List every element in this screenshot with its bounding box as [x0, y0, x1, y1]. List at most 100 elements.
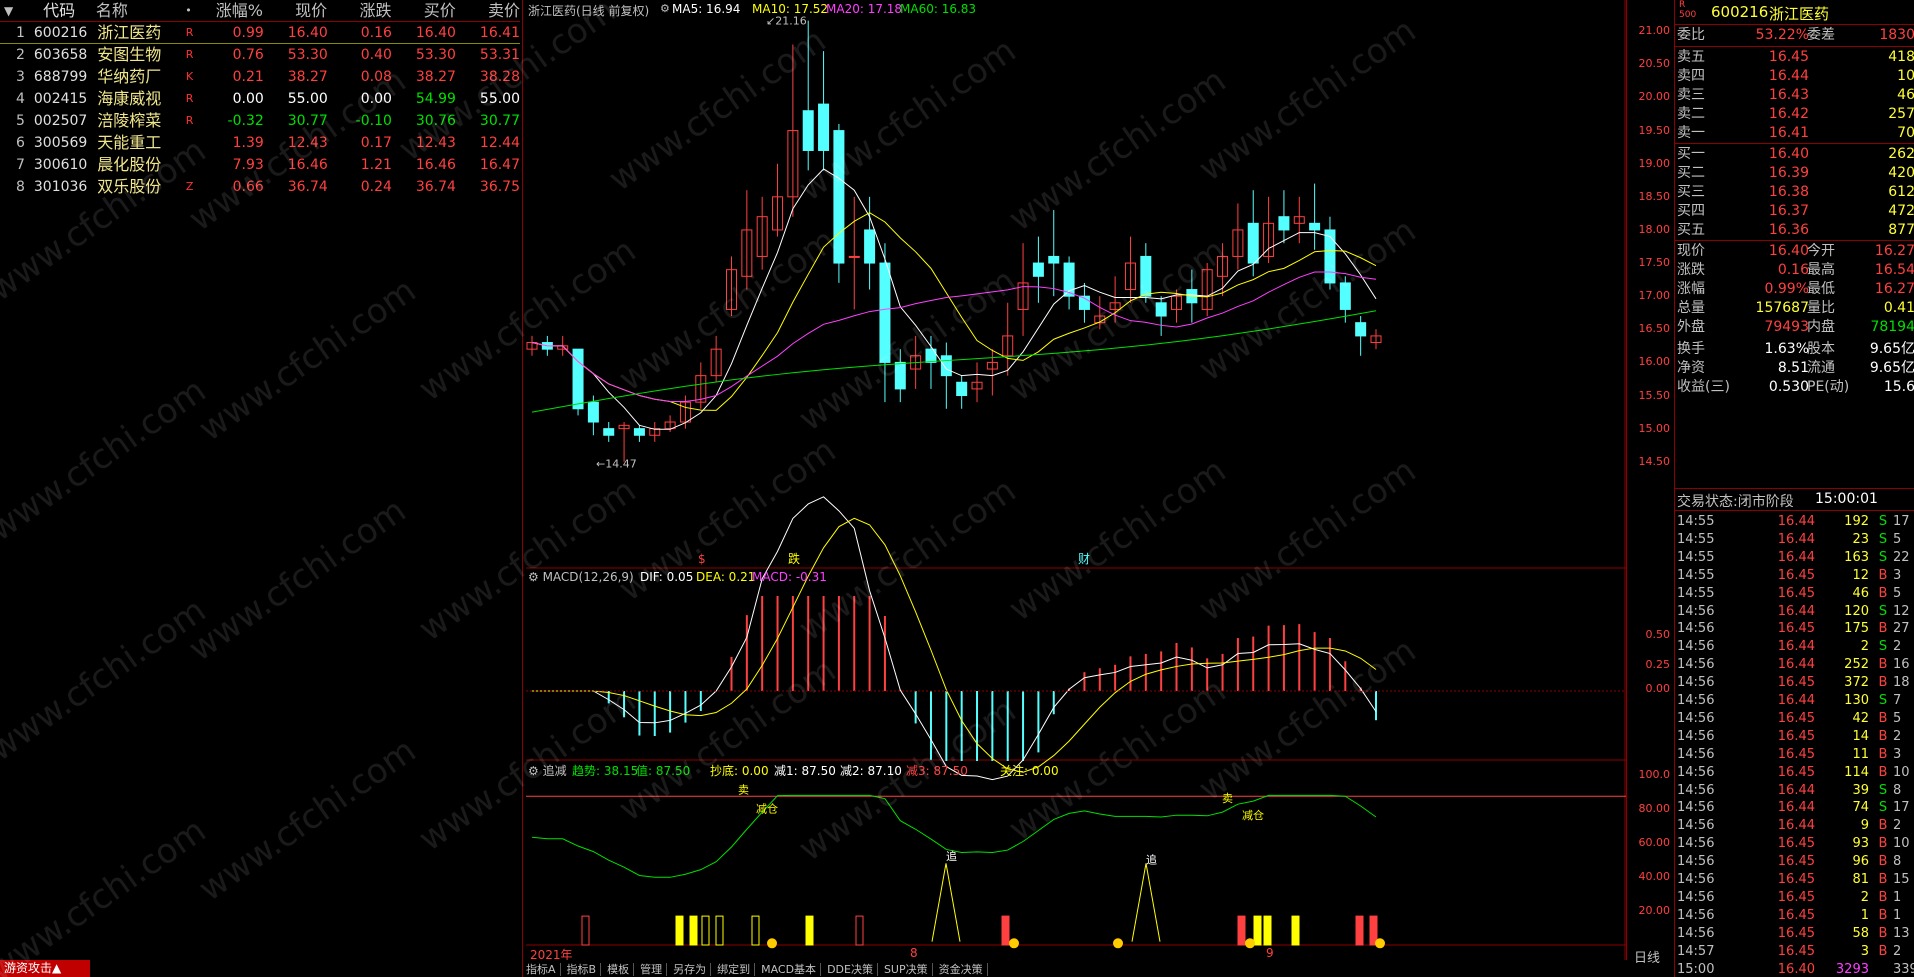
col-ask[interactable]: 卖价 — [456, 0, 520, 21]
candle-body — [1247, 222, 1259, 264]
tick-side: B — [1878, 567, 1888, 583]
ind-label-zhui: 追 — [1146, 852, 1157, 866]
signal-bar — [1253, 915, 1262, 946]
price-axis: 21.00 20.50 20.00 19.50 19.00 18.50 18.00 17.50… — [1626, 0, 1674, 960]
col-change[interactable]: 涨跌 — [327, 0, 391, 21]
toolbar-tab[interactable]: 管理 — [640, 963, 668, 976]
macd-tick: 0.25 — [1645, 658, 1671, 671]
tick-row: 14:56 16.45 93 B 10 — [1675, 835, 1914, 853]
candle-body — [1355, 322, 1367, 337]
bid-price: 53.30 — [415, 47, 456, 63]
price-change: 0.24 — [360, 179, 392, 195]
signal-coin-icon — [1113, 938, 1123, 949]
signal-bar — [1001, 915, 1010, 946]
candle-body — [1309, 222, 1321, 231]
stock-code: 002415 — [33, 91, 88, 107]
tick-time: 14:55 — [1677, 567, 1715, 583]
macd-tick: 0.50 — [1645, 628, 1671, 641]
divider — [522, 0, 523, 977]
col-price[interactable]: 现价 — [263, 0, 327, 21]
price-change: 0.16 — [360, 25, 392, 41]
col-code[interactable]: 代码 — [22, 0, 95, 21]
macd-value: MACD: -0.31 — [752, 570, 827, 584]
tick-count: 17 — [1893, 800, 1910, 816]
tick-time: 14:56 — [1677, 603, 1715, 619]
tick-volume: 9 — [1860, 818, 1869, 834]
ind-tick: 100.0 — [1638, 768, 1671, 781]
col-name[interactable]: 名称 — [96, 0, 179, 21]
bid-label: 买四 — [1677, 203, 1705, 219]
tick-row: 14:55 16.45 12 B 3 — [1675, 567, 1914, 585]
candle-body — [1278, 216, 1290, 231]
ask-price: 16.41 — [1768, 125, 1809, 141]
candle-body — [956, 381, 968, 397]
stat-value: 0.530 — [1768, 379, 1809, 395]
ask-label: 卖三 — [1677, 87, 1705, 103]
sep — [1675, 510, 1914, 511]
ind-label-jiancang: 减仓 — [756, 801, 778, 815]
toolbar-tab[interactable]: 绑定到 — [717, 963, 756, 976]
toolbar-tab[interactable]: SUP决策 — [883, 963, 933, 976]
list-item[interactable]: 1 600216 浙江医药 R 0.99 16.40 0.16 16.40 16.41 — [0, 22, 520, 44]
stat-value: 0.99% — [1764, 281, 1809, 297]
trade-time: 15:00:01 — [1815, 491, 1878, 507]
ask-price: 36.75 — [479, 179, 520, 195]
toolbar-tab[interactable]: 另存为 — [673, 963, 712, 976]
tick-count: 1 — [1893, 907, 1902, 923]
price-tick: 16.00 — [1638, 355, 1671, 369]
price-change: 0.40 — [360, 47, 392, 63]
tick-side: B — [1878, 943, 1888, 959]
tick-count: 7 — [1893, 693, 1902, 708]
sort-arrow-icon[interactable]: ▼ — [0, 0, 22, 21]
tick-volume: 11 — [1852, 746, 1869, 762]
tick-time: 14:55 — [1677, 549, 1715, 565]
ind-tick: 60.00 — [1638, 836, 1671, 849]
list-item[interactable]: 3 688799 华纳药厂 K 0.21 38.27 0.08 38.27 38.28 — [0, 66, 520, 88]
stat-label2: 量比 — [1807, 300, 1835, 316]
ask-level: 卖一 16.41 70 — [1675, 124, 1914, 143]
tick-time: 14:56 — [1677, 693, 1715, 708]
price-tick: 19.50 — [1638, 123, 1671, 137]
tick-price: 16.44 — [1777, 800, 1815, 816]
tick-time: 14:56 — [1677, 728, 1715, 744]
toolbar-tab[interactable]: 指标A — [526, 963, 561, 976]
tick-price: 16.44 — [1777, 782, 1815, 798]
ask-level: 卖二 16.42 257 — [1675, 105, 1914, 124]
toolbar-tab[interactable]: DDE决策 — [827, 963, 878, 976]
stat-label: 净资 — [1677, 360, 1705, 376]
price-tick: 20.00 — [1638, 90, 1671, 104]
ask-level: 卖五 16.45 418 — [1675, 48, 1914, 67]
col-pct[interactable]: 涨幅% — [199, 0, 263, 21]
col-bid[interactable]: 买价 — [391, 0, 456, 21]
stat-value2: 0.41 — [1883, 300, 1914, 316]
bid-level: 买二 16.39 420 — [1675, 164, 1914, 183]
tick-volume: 39 — [1852, 782, 1869, 798]
tick-side: B — [1878, 854, 1888, 870]
tick-time: 14:56 — [1677, 836, 1715, 852]
toolbar-tab[interactable]: MACD基本 — [761, 963, 822, 976]
list-item[interactable]: 2 603658 安图生物 R 0.76 53.30 0.40 53.30 53.31 — [0, 44, 520, 66]
tick-side: B — [1878, 657, 1888, 673]
macd-tick: 0.00 — [1645, 682, 1671, 695]
toolbar-tab[interactable]: 指标B — [566, 963, 602, 976]
stock-flag: R — [185, 92, 194, 105]
tick-volume: 252 — [1844, 657, 1869, 673]
ask-price: 16.43 — [1768, 87, 1809, 103]
tick-row: 14:56 16.44 120 S 12 — [1675, 603, 1914, 621]
toolbar-tab[interactable]: 资金决策 — [938, 963, 988, 976]
watchlist-header: ▼ 代码 名称 • 涨幅% 现价 涨跌 买价 卖价 — [0, 0, 520, 22]
tick-side: S — [1878, 549, 1888, 565]
stock-flag: R — [185, 114, 194, 127]
stat-value2: 16.27 — [1874, 243, 1914, 259]
ind-j1: 减1: 87.50 — [774, 764, 836, 778]
tick-time: 14:57 — [1677, 943, 1715, 959]
toolbar-tab[interactable]: 模板 — [607, 963, 635, 976]
diff-label: 委差 — [1807, 27, 1835, 43]
candle-body — [848, 255, 860, 258]
signal-bar — [581, 915, 590, 946]
tick-price: 16.44 — [1777, 639, 1815, 655]
stat-row: 涨幅 0.99% 最低 16.27 — [1675, 280, 1914, 299]
bid-level: 买四 16.37 472 — [1675, 202, 1914, 221]
ask-price: 16.41 — [479, 25, 520, 41]
tick-side: B — [1878, 710, 1888, 726]
